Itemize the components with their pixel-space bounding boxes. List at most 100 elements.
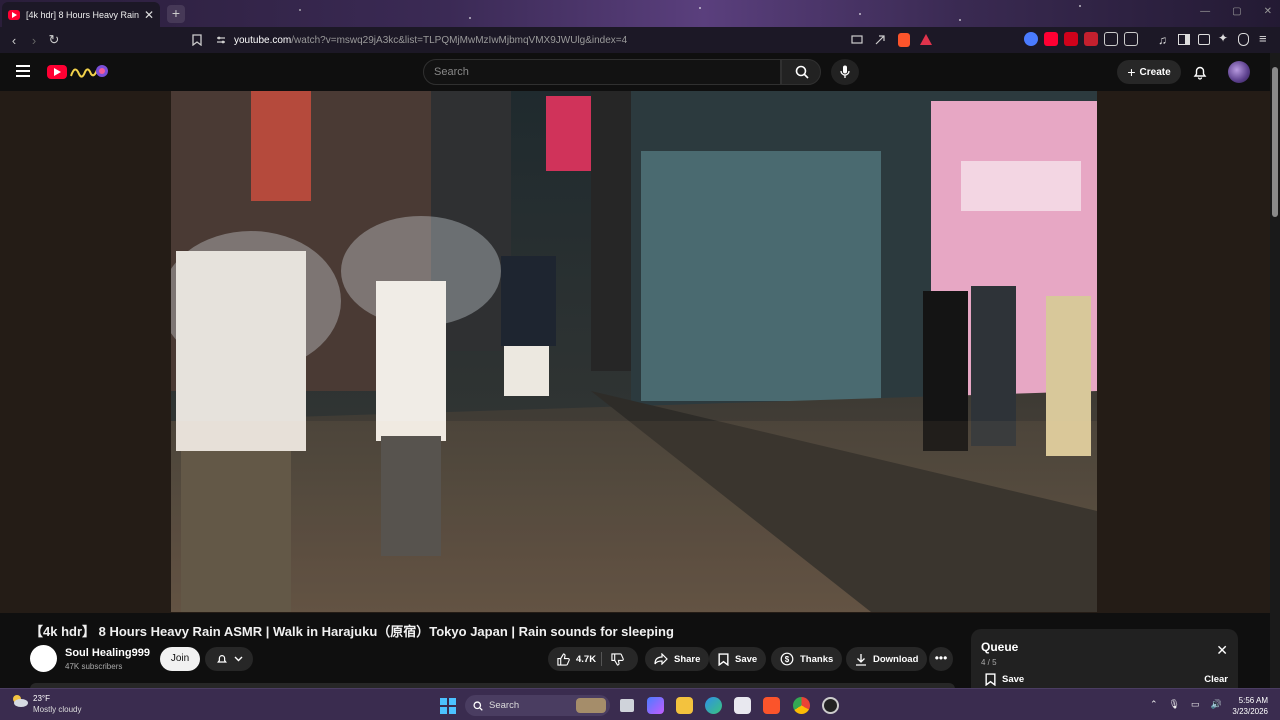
minimize-icon[interactable]: — (1200, 6, 1210, 17)
edge-icon[interactable] (705, 697, 722, 714)
obs-icon[interactable] (822, 697, 839, 714)
queue-title: Queue (981, 640, 1019, 654)
share-page-icon[interactable] (874, 34, 886, 46)
create-label: Create (1139, 66, 1171, 78)
extension-translate-icon[interactable] (1124, 32, 1138, 46)
wallet-icon[interactable] (1198, 34, 1210, 45)
queue-save-button[interactable]: Save (985, 673, 1024, 686)
youtube-masthead: Search + Create (0, 53, 1280, 91)
browser-tab-strip: [4k hdr] 8 Hours Heavy Rain ✕ + — ▢ ✕ (0, 0, 1280, 27)
share-button[interactable]: Share (645, 647, 710, 671)
cloudy-weather-icon[interactable] (11, 694, 29, 708)
sidebar-toggle-icon[interactable] (1178, 34, 1190, 45)
volume-icon[interactable]: 🔊 (1211, 699, 1222, 710)
taskbar-search-label: Search (489, 700, 520, 711)
back-icon[interactable]: ‹ (4, 33, 24, 48)
guide-menu-icon[interactable] (16, 65, 30, 77)
subscription-notifications-button[interactable] (205, 647, 253, 671)
search-button[interactable] (781, 59, 821, 85)
windows-taskbar: 23°F Mostly cloudy Search ⌃ 🎙 ▭ 🔊 5:56 A… (0, 688, 1280, 720)
bookmark-icon (718, 652, 729, 666)
cast-icon[interactable] (851, 35, 863, 45)
store-icon[interactable] (734, 697, 751, 714)
search-input[interactable]: Search (423, 59, 781, 85)
channel-subscriber-count: 47K subscribers (65, 662, 123, 671)
brave-shield-icon[interactable] (898, 33, 910, 47)
youtube-doodle-icon[interactable] (69, 62, 109, 82)
bookmark-icon (985, 673, 996, 686)
extension-youtube-icon[interactable] (1044, 32, 1058, 46)
taskbar-search-box[interactable]: Search (465, 695, 610, 716)
like-count: 4.7K (576, 653, 597, 665)
copilot-icon[interactable] (647, 697, 664, 714)
windows-start-icon[interactable] (440, 698, 456, 714)
network-icon[interactable]: ▭ (1191, 699, 1200, 710)
channel-avatar[interactable] (30, 645, 57, 672)
weather-temperature[interactable]: 23°F (33, 694, 50, 703)
youtube-favicon-icon (8, 9, 20, 20)
browser-menu-icon[interactable]: ≡ (1259, 31, 1267, 46)
task-view-icon[interactable] (620, 699, 634, 712)
clock-time: 5:56 AM (1238, 696, 1268, 705)
video-frame-rainy-street (171, 91, 1097, 612)
super-thanks-icon: $ (780, 652, 794, 666)
like-dislike-group: 4.7K (548, 647, 638, 671)
account-avatar[interactable] (1228, 61, 1250, 83)
close-window-icon[interactable]: ✕ (1264, 6, 1272, 17)
extension-badge-icon[interactable] (1084, 32, 1098, 46)
like-button[interactable]: 4.7K (548, 647, 605, 671)
thumbs-down-icon[interactable] (611, 653, 624, 666)
brave-rewards-icon[interactable] (920, 34, 932, 45)
svg-text:$: $ (785, 655, 790, 664)
scrollbar-thumb[interactable] (1272, 67, 1278, 217)
site-info-icon[interactable] (216, 35, 226, 45)
search-highlight-icon (576, 698, 606, 713)
media-controls-icon[interactable]: ♫ (1158, 33, 1167, 47)
save-button[interactable]: Save (709, 647, 767, 671)
chrome-icon[interactable] (793, 697, 810, 714)
tray-overflow-icon[interactable]: ⌃ (1150, 699, 1158, 710)
file-explorer-icon[interactable] (676, 697, 693, 714)
create-button[interactable]: + Create (1117, 60, 1181, 84)
bell-icon (216, 655, 227, 663)
like-divider (601, 652, 602, 666)
queue-close-icon[interactable]: ✕ (1216, 642, 1228, 659)
url-path: /watch?v=mswq29jA3kc&list=TLPQMjMwMzIwMj… (291, 34, 628, 46)
browser-toolbar: ‹ › ↻ youtube.com/watch?v=mswq29jA3kc&li… (0, 27, 1280, 53)
url-host: youtube.com (234, 34, 292, 46)
queue-clear-button[interactable]: Clear (1204, 674, 1228, 685)
vpn-shield-icon[interactable] (1238, 33, 1249, 46)
window-controls: — ▢ ✕ (1200, 6, 1272, 17)
more-actions-button[interactable]: ••• (929, 647, 953, 671)
thanks-label: Thanks (800, 653, 834, 665)
channel-name[interactable]: Soul Healing999 (65, 647, 150, 659)
voice-search-button[interactable] (831, 59, 859, 85)
join-button[interactable]: Join (160, 647, 200, 671)
taskbar-clock[interactable]: 5:56 AM 3/23/2026 (1228, 695, 1268, 717)
extension-red-icon[interactable] (1064, 32, 1078, 46)
extension-globe-icon[interactable] (1024, 32, 1038, 46)
notifications-bell-icon[interactable] (1192, 64, 1208, 80)
bookmark-icon[interactable] (192, 34, 202, 46)
leo-ai-icon[interactable]: ✦ (1218, 31, 1228, 45)
youtube-logo-icon[interactable] (47, 65, 67, 79)
extension-puzzle-icon[interactable] (1104, 32, 1118, 46)
reload-icon[interactable]: ↻ (44, 32, 64, 48)
share-label: Share (674, 653, 701, 665)
page-scrollbar[interactable] (1270, 53, 1280, 688)
search-icon (473, 700, 483, 711)
brave-icon[interactable] (763, 697, 780, 714)
thanks-button[interactable]: $ Thanks (771, 647, 843, 671)
download-button[interactable]: Download (846, 647, 928, 671)
tab-close-icon[interactable]: ✕ (144, 8, 154, 22)
maximize-icon[interactable]: ▢ (1232, 6, 1241, 17)
system-tray: ⌃ 🎙 ▭ 🔊 (1150, 699, 1222, 710)
download-label: Download (873, 653, 919, 665)
new-tab-button[interactable]: + (167, 5, 185, 23)
browser-tab-active[interactable]: [4k hdr] 8 Hours Heavy Rain ✕ (2, 2, 160, 27)
video-player[interactable] (171, 91, 1097, 612)
microphone-tray-icon[interactable]: 🎙 (1169, 699, 1180, 710)
forward-icon[interactable]: › (24, 33, 44, 48)
weather-condition[interactable]: Mostly cloudy (33, 705, 81, 714)
address-bar[interactable]: youtube.com/watch?v=mswq29jA3kc&list=TLP… (192, 30, 940, 50)
